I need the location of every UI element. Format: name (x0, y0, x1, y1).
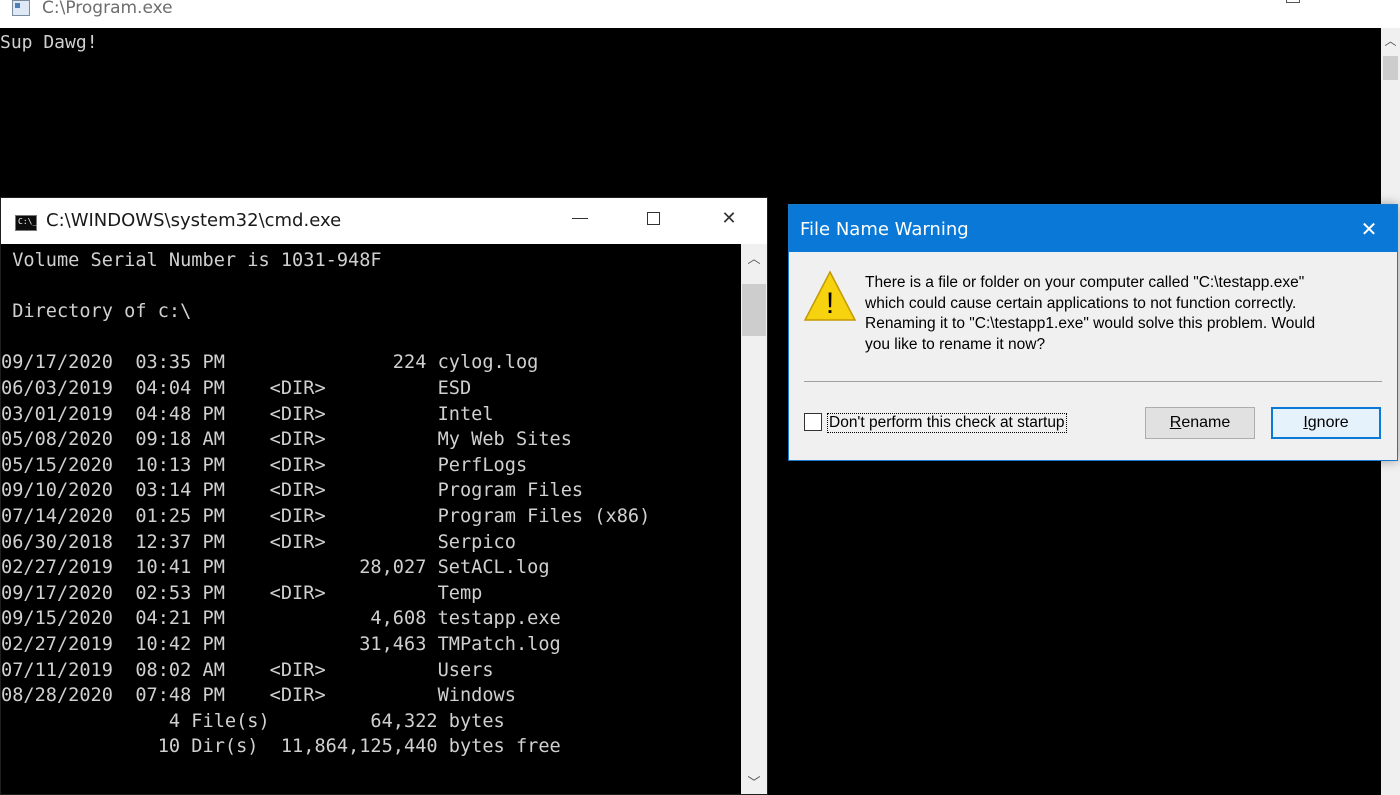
program-window-titlebar[interactable]: C:\Program.exe (0, 0, 1400, 28)
message-line: you like to rename it now? (865, 335, 1046, 353)
ignore-button[interactable]: Ignore (1271, 407, 1381, 439)
scrollbar-thumb[interactable] (742, 284, 766, 336)
console-line: 4 File(s) 64,322 bytes (1, 710, 505, 732)
rename-label: ename (1181, 414, 1231, 431)
close-icon[interactable] (1346, 0, 1392, 22)
dialog-titlebar[interactable]: File Name Warning (789, 205, 1397, 252)
console-line: 03/01/2019 04:48 PM <DIR> Intel (1, 403, 494, 425)
console-line: 09/17/2020 03:35 PM 224 cylog.log (1, 352, 539, 374)
console-line: Directory of c:\ (1, 301, 192, 323)
dialog-title: File Name Warning (800, 219, 969, 240)
cmd-window: C:\WINDOWS\system32\cmd.exe Volume Seria… (0, 197, 768, 795)
console-line: 09/10/2020 03:14 PM <DIR> Program Files (1, 480, 584, 502)
cmd-window-titlebar[interactable]: C:\WINDOWS\system32\cmd.exe (1, 198, 767, 244)
minimize-icon[interactable] (1196, 0, 1242, 22)
console-line: 06/03/2019 04:04 PM <DIR> ESD (1, 377, 472, 399)
message-line: There is a file or folder on your comput… (865, 274, 1305, 291)
startup-checkbox[interactable] (804, 413, 822, 431)
scroll-up-icon[interactable]: ︿ (741, 248, 767, 268)
maximize-icon[interactable] (631, 206, 677, 236)
startup-checkbox-label[interactable]: Don't perform this check at startup (827, 413, 1067, 433)
console-lines: Volume Serial Number is 1031-948F Direct… (1, 248, 650, 760)
scrollbar-thumb[interactable] (1383, 56, 1398, 80)
console-output: Sup Dawg! (0, 32, 98, 53)
close-icon[interactable] (1349, 211, 1389, 245)
minimize-icon[interactable] (557, 206, 603, 236)
rename-accelerator: R (1169, 414, 1182, 431)
scroll-down-icon[interactable]: ﹀ (741, 772, 767, 792)
cmd-scrollbar[interactable]: ︿ ﹀ (741, 244, 767, 794)
message-line: which could cause certain applications t… (865, 294, 1297, 312)
console-line: Volume Serial Number is 1031-948F (1, 250, 382, 271)
console-line: 10 Dir(s) 11,864,125,440 bytes free (1, 736, 561, 758)
file-name-warning-dialog: File Name Warning ! There is a file or f… (788, 204, 1398, 461)
console-line: 07/14/2020 01:25 PM <DIR> Program Files … (1, 505, 651, 527)
ignore-label: gnore (1307, 414, 1349, 431)
maximize-icon[interactable] (1270, 0, 1316, 22)
close-icon[interactable] (706, 206, 752, 236)
console-line: 06/30/2018 12:37 PM <DIR> Serpico (1, 531, 516, 553)
warning-symbol: ! (826, 287, 834, 320)
dialog-separator (804, 381, 1382, 382)
console-line: 02/27/2019 10:42 PM 31,463 TMPatch.log (1, 633, 561, 655)
console-line: 07/11/2019 08:02 AM <DIR> Users (1, 659, 494, 681)
console-line: 08/28/2020 07:48 PM <DIR> Windows (1, 685, 516, 707)
cmd-console[interactable]: Volume Serial Number is 1031-948F Direct… (1, 244, 741, 794)
console-line: 05/15/2020 10:13 PM <DIR> PerfLogs (1, 454, 528, 476)
app-icon (12, 0, 30, 16)
program-window-title: C:\Program.exe (42, 0, 173, 18)
cmd-icon (15, 215, 37, 231)
dialog-message: There is a file or folder on your comput… (865, 273, 1385, 355)
cmd-window-title: C:\WINDOWS\system32\cmd.exe (46, 210, 342, 231)
message-line: Renaming it to "C:\testapp1.exe" would s… (865, 315, 1316, 332)
console-line: 09/15/2020 04:21 PM 4,608 testapp.exe (1, 608, 561, 630)
rename-button[interactable]: Rename (1145, 407, 1255, 439)
warning-icon: ! (803, 270, 857, 321)
console-line: 09/17/2020 02:53 PM <DIR> Temp (1, 582, 483, 604)
scroll-up-icon[interactable]: ︿ (1381, 32, 1400, 52)
console-line: 05/08/2020 09:18 AM <DIR> My Web Sites (1, 429, 572, 451)
console-line: 02/27/2019 10:41 PM 28,027 SetACL.log (1, 557, 550, 579)
